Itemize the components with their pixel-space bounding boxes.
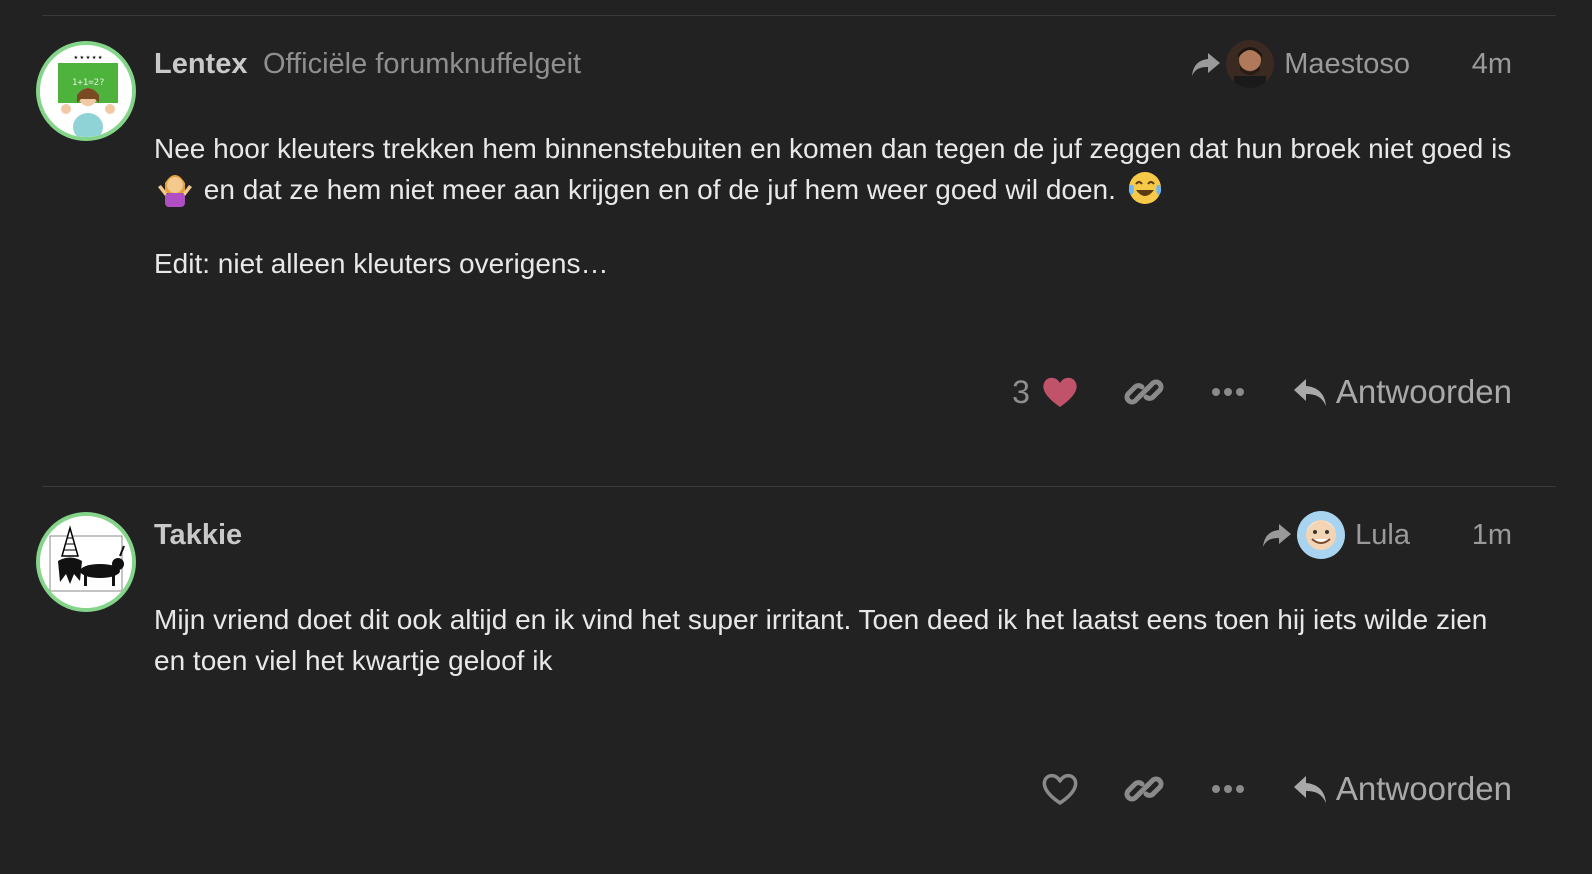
svg-text:★ ★ ★ ★ ★: ★ ★ ★ ★ ★ — [74, 55, 103, 61]
user-avatar[interactable] — [36, 512, 136, 612]
reply-to-avatar — [1226, 40, 1275, 88]
post-actions: 3 Antwoorden — [1012, 367, 1512, 417]
reply-to-username: Maestoso — [1284, 47, 1410, 80]
reply-to-indicator[interactable]: Lula — [1261, 511, 1410, 559]
reply-to-indicator[interactable]: Maestoso — [1190, 40, 1410, 88]
reply-arrow-icon — [1293, 776, 1326, 803]
more-options-icon[interactable] — [1208, 372, 1248, 412]
post-time[interactable]: 1m — [1472, 519, 1512, 552]
teacher-chalkboard-avatar-icon: ★ ★ ★ ★ ★ 1+1=2? — [40, 45, 132, 137]
reply-arrow-icon — [1293, 379, 1326, 406]
link-icon[interactable] — [1124, 769, 1164, 809]
share-arrow-icon — [1192, 53, 1221, 76]
post-paragraph: Mijn vriend doet dit ook altijd en ik vi… — [154, 604, 1488, 676]
reply-button[interactable]: Antwoorden — [1292, 770, 1512, 808]
post-text: Nee hoor kleuters trekken hem binnensteb… — [154, 133, 1512, 164]
post-actions: Antwoorden — [1040, 764, 1512, 814]
heart-outline-icon[interactable] — [1040, 769, 1080, 809]
reply-to-avatar — [1297, 511, 1346, 559]
shrug-emoji-icon — [156, 169, 194, 207]
post-paragraph: Nee hoor kleuters trekken hem binnensteb… — [154, 128, 1514, 210]
link-icon[interactable] — [1124, 372, 1164, 412]
reply-button-label: Antwoorden — [1335, 770, 1512, 807]
user-avatar[interactable]: ★ ★ ★ ★ ★ 1+1=2? — [36, 41, 136, 141]
laughing-tears-emoji-icon — [1126, 169, 1164, 207]
post-text: en dat ze hem niet meer aan krijgen en o… — [203, 174, 1116, 205]
reply-to-username: Lula — [1355, 518, 1410, 551]
post-divider — [42, 486, 1556, 487]
like-count[interactable]: 3 — [1012, 374, 1030, 411]
post-author-title: Officiële forumknuffelgeit — [263, 48, 582, 80]
reply-button-label: Antwoorden — [1335, 373, 1512, 410]
svg-text:1+1=2?: 1+1=2? — [72, 78, 105, 88]
more-options-icon[interactable] — [1208, 769, 1248, 809]
post-stream: ★ ★ ★ ★ ★ 1+1=2? Lentex Officiële forumk… — [0, 0, 1592, 874]
post-divider — [42, 15, 1556, 16]
share-arrow-icon — [1263, 524, 1292, 547]
post-paragraph: Edit: niet alleen kleuters overigens… — [154, 248, 609, 279]
post-time[interactable]: 4m — [1472, 48, 1512, 81]
post-author-name[interactable]: Lentex — [154, 48, 247, 81]
heart-filled-icon[interactable] — [1040, 372, 1080, 412]
dachshund-party-avatar-icon — [40, 516, 132, 608]
post-author-name[interactable]: Takkie — [154, 519, 242, 552]
reply-button[interactable]: Antwoorden — [1292, 373, 1512, 411]
